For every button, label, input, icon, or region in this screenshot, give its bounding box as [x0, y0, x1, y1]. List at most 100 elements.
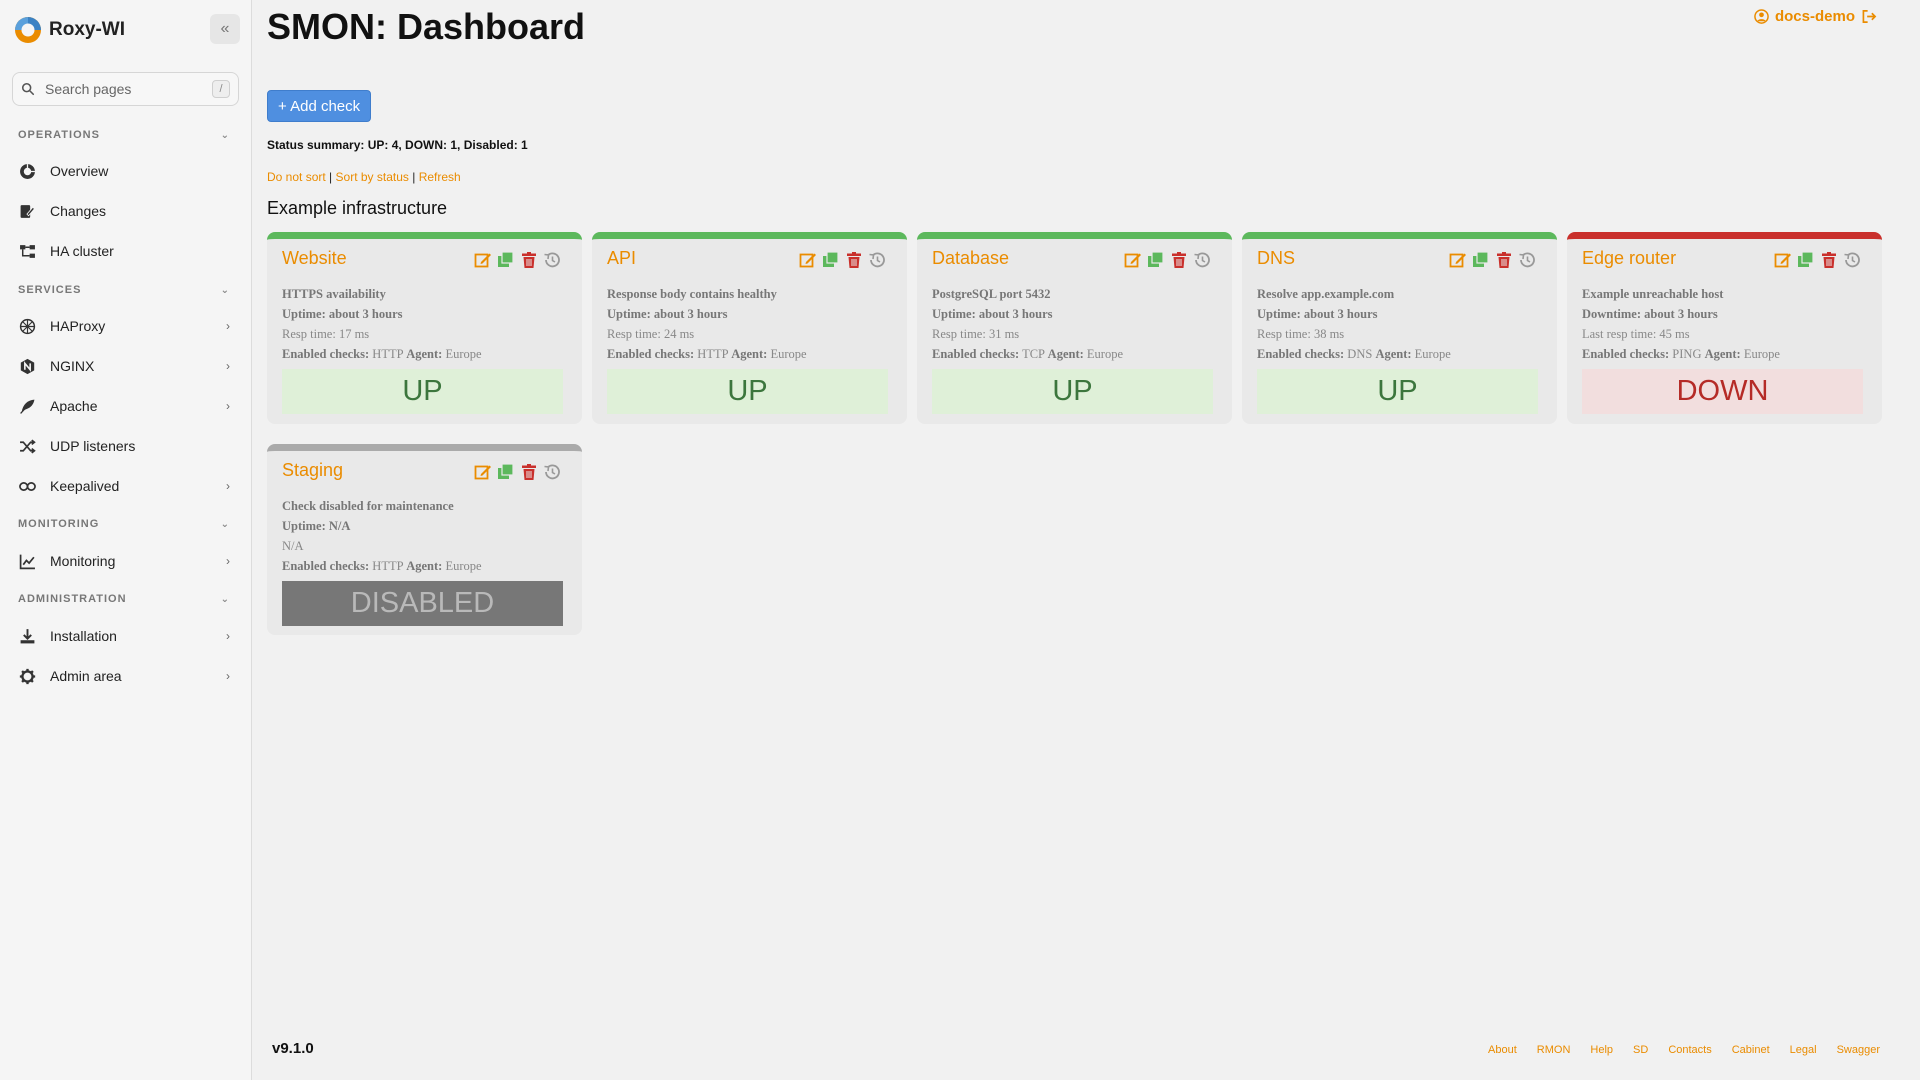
footer-link-contacts[interactable]: Contacts — [1668, 1044, 1711, 1056]
username[interactable]: docs-demo — [1775, 8, 1855, 25]
check-details: PostgreSQL port 5432 Uptime: about 3 hou… — [932, 284, 1123, 364]
sidebar-item-admin-area[interactable]: Admin area › — [18, 662, 230, 690]
sidebar-item-ha-cluster[interactable]: HA cluster — [18, 237, 230, 265]
sidebar-item-label: Monitoring — [50, 553, 116, 569]
check-resp-time: Resp time: 17 ms — [282, 327, 370, 341]
footer-link-legal[interactable]: Legal — [1790, 1044, 1817, 1056]
trash-icon[interactable] — [844, 250, 863, 269]
copy-icon[interactable] — [496, 462, 515, 481]
section-services[interactable]: SERVICES ⌄ — [18, 284, 230, 296]
check-type: PING — [1672, 347, 1702, 361]
edit-icon[interactable] — [1773, 250, 1792, 269]
check-card: Website HTTPS availability Uptime: about… — [267, 232, 582, 424]
refresh-link[interactable]: Refresh — [419, 170, 461, 184]
check-uptime: Uptime: about 3 hours — [1257, 307, 1378, 321]
agent-label: Agent: — [1375, 347, 1412, 361]
history-icon[interactable] — [1517, 250, 1536, 269]
copy-icon[interactable] — [1146, 250, 1165, 269]
check-name[interactable]: Staging — [282, 460, 343, 481]
status-badge: UP — [932, 369, 1213, 414]
footer-link-rmon[interactable]: RMON — [1537, 1044, 1571, 1056]
sidebar-item-haproxy[interactable]: HAProxy › — [18, 312, 230, 340]
chevron-down-icon: ⌄ — [220, 518, 230, 530]
add-check-button[interactable]: + Add check — [267, 90, 372, 122]
download-icon — [18, 627, 36, 645]
sidebar-item-installation[interactable]: Installation › — [18, 622, 230, 650]
card-actions — [1448, 250, 1536, 269]
footer-link-swagger[interactable]: Swagger — [1837, 1044, 1880, 1056]
brand[interactable]: Roxy-WI — [14, 16, 125, 44]
history-icon[interactable] — [867, 250, 886, 269]
check-card: API Response body contains healthy Uptim… — [592, 232, 907, 424]
footer-link-sd[interactable]: SD — [1633, 1044, 1648, 1056]
chevron-right-icon: › — [226, 669, 230, 683]
sidebar-item-apache[interactable]: Apache › — [18, 392, 230, 420]
edit-icon[interactable] — [798, 250, 817, 269]
section-title-administration: ADMINISTRATION — [18, 593, 127, 605]
section-monitoring[interactable]: MONITORING ⌄ — [18, 518, 230, 530]
trash-icon[interactable] — [1494, 250, 1513, 269]
infinity-icon — [18, 477, 36, 495]
sidebar: Roxy-WI « / OPERATIONS ⌄ Overview Change… — [0, 0, 252, 1080]
sidebar-item-changes[interactable]: Changes — [18, 197, 230, 225]
footer-links: About RMON Help SD Contacts Cabinet Lega… — [1488, 1044, 1880, 1056]
chevron-right-icon: › — [226, 554, 230, 568]
section-administration[interactable]: ADMINISTRATION ⌄ — [18, 593, 230, 605]
enabled-checks-label: Enabled checks: — [607, 347, 695, 361]
agent-label: Agent: — [1047, 347, 1084, 361]
trash-icon[interactable] — [519, 250, 538, 269]
search-box[interactable]: / — [12, 72, 239, 106]
check-name[interactable]: Edge router — [1582, 248, 1676, 269]
sidebar-item-label: Keepalived — [50, 478, 120, 494]
check-name[interactable]: Database — [932, 248, 1009, 269]
user-menu[interactable]: docs-demo — [1754, 8, 1878, 25]
check-agent: Europe — [1086, 347, 1124, 361]
history-icon[interactable] — [542, 250, 561, 269]
edit-icon[interactable] — [473, 250, 492, 269]
check-details: Response body contains healthy Uptime: a… — [607, 284, 807, 364]
sidebar-item-monitoring[interactable]: Monitoring › — [18, 547, 230, 575]
footer-link-help[interactable]: Help — [1590, 1044, 1613, 1056]
sidebar-item-label: UDP listeners — [50, 438, 136, 454]
section-title-monitoring: MONITORING — [18, 518, 100, 530]
edit-icon[interactable] — [1448, 250, 1467, 269]
sidebar-item-udp-listeners[interactable]: UDP listeners — [18, 432, 230, 460]
copy-icon[interactable] — [496, 250, 515, 269]
check-name[interactable]: DNS — [1257, 248, 1295, 269]
sort-by-status-link[interactable]: Sort by status — [336, 170, 409, 184]
status-badge: UP — [282, 369, 563, 414]
search-input[interactable] — [45, 81, 205, 97]
copy-icon[interactable] — [1471, 250, 1490, 269]
history-icon[interactable] — [1842, 250, 1861, 269]
check-description: HTTPS availability — [282, 287, 386, 301]
page-title: SMON: Dashboard — [267, 6, 586, 47]
footer-link-about[interactable]: About — [1488, 1044, 1517, 1056]
trash-icon[interactable] — [1169, 250, 1188, 269]
section-operations[interactable]: OPERATIONS ⌄ — [18, 129, 230, 141]
edit-icon[interactable] — [1123, 250, 1142, 269]
trash-icon[interactable] — [1819, 250, 1838, 269]
check-name[interactable]: Website — [282, 248, 347, 269]
logout-icon[interactable] — [1861, 9, 1878, 24]
history-icon[interactable] — [1192, 250, 1211, 269]
trash-icon[interactable] — [519, 462, 538, 481]
copy-icon[interactable] — [1796, 250, 1815, 269]
check-name[interactable]: API — [607, 248, 636, 269]
check-type: HTTP — [697, 347, 729, 361]
history-icon[interactable] — [542, 462, 561, 481]
chevron-right-icon: › — [226, 399, 230, 413]
do-not-sort-link[interactable]: Do not sort — [267, 170, 326, 184]
check-agent: Europe — [445, 559, 482, 573]
check-enabled: Enabled checks: TCP Agent: Europe — [932, 344, 1123, 364]
sidebar-item-nginx[interactable]: NGINX › — [18, 352, 230, 380]
sidebar-item-overview[interactable]: Overview — [18, 157, 230, 185]
copy-icon[interactable] — [821, 250, 840, 269]
footer-link-cabinet[interactable]: Cabinet — [1732, 1044, 1770, 1056]
chevron-right-icon: › — [226, 629, 230, 643]
sidebar-item-keepalived[interactable]: Keepalived › — [18, 472, 230, 500]
check-agent: Europe — [770, 347, 807, 361]
edit-icon[interactable] — [473, 462, 492, 481]
cluster-icon — [18, 242, 36, 260]
collapse-sidebar-button[interactable]: « — [210, 14, 240, 44]
check-enabled: Enabled checks: PING Agent: Europe — [1582, 344, 1780, 364]
